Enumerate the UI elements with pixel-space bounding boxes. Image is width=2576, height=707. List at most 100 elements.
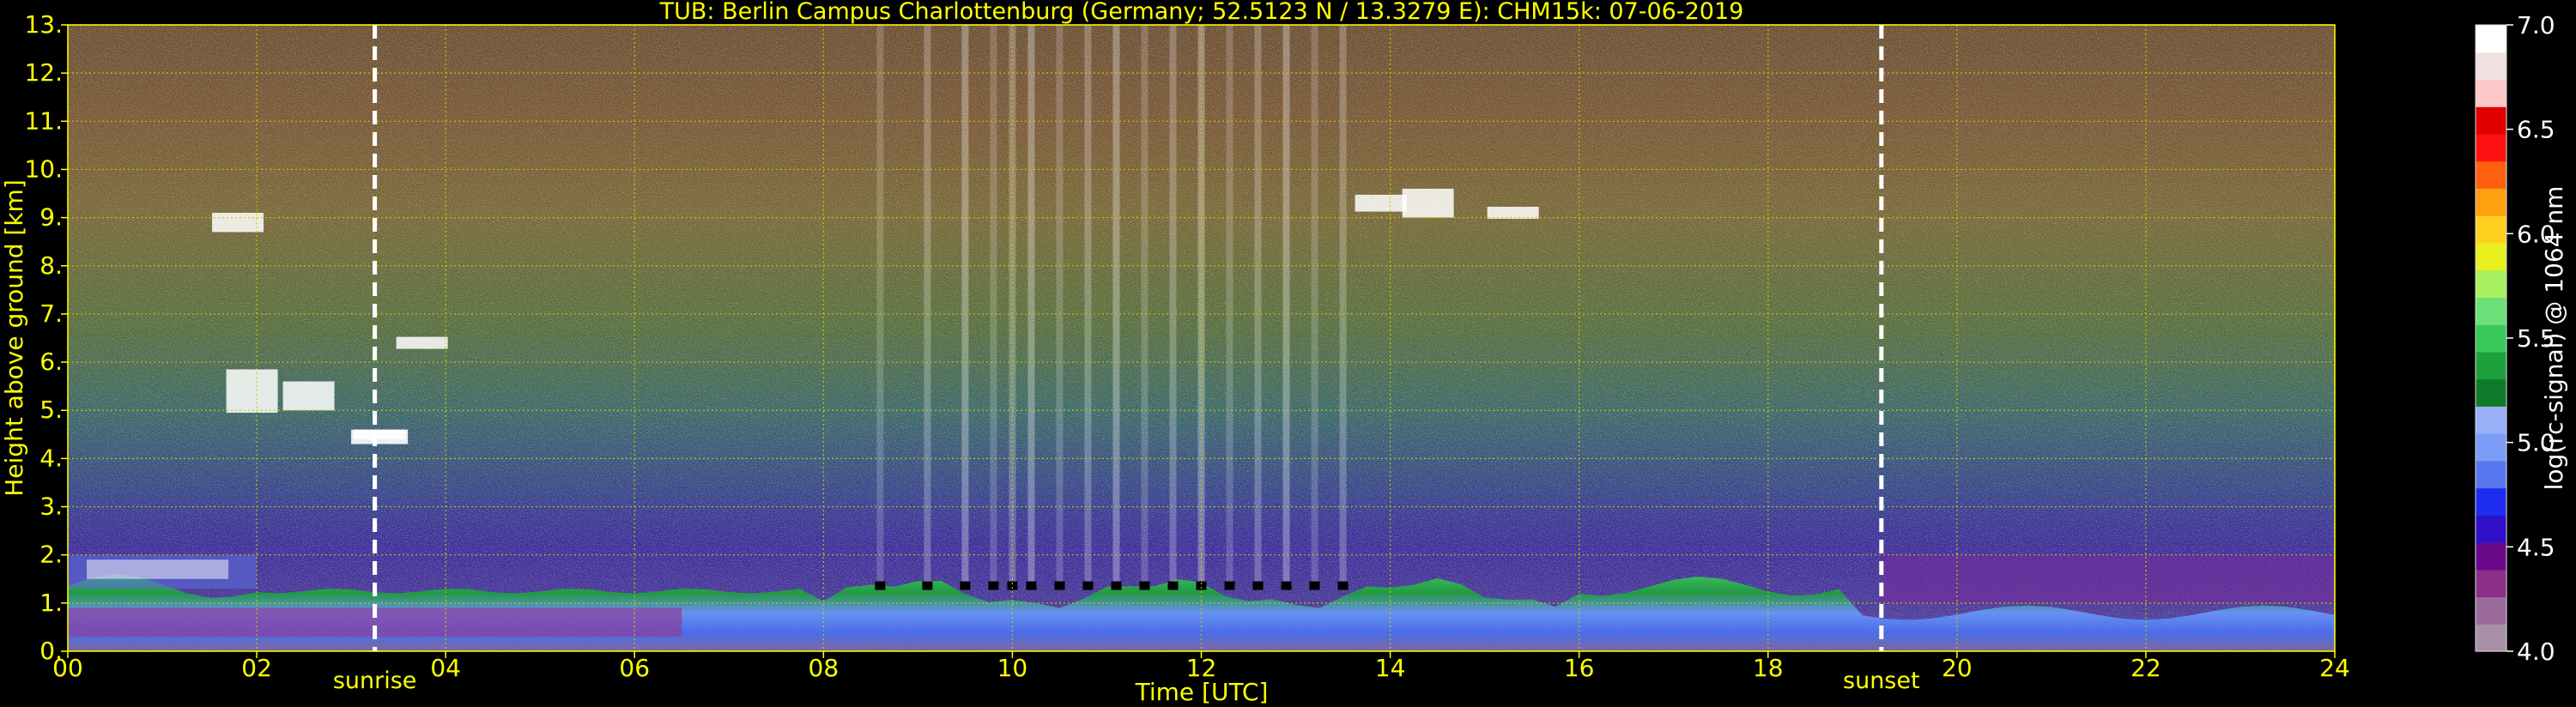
- x-tick-06: 06: [619, 654, 650, 682]
- streak-16: [1339, 25, 1347, 584]
- colorbar-seg-15: [2476, 215, 2506, 244]
- streak-10: [1169, 25, 1177, 584]
- streak-2: [961, 25, 969, 584]
- streak-9: [1141, 25, 1149, 584]
- x-tick-08: 08: [809, 654, 839, 682]
- colorbar-seg-5: [2476, 487, 2506, 516]
- colorbar-seg-22: [2476, 25, 2506, 53]
- x-tick-20: 20: [1942, 654, 1973, 682]
- y-axis-ticks: 0. 1. 2. 3. 4. 5. 6. 7. 8. 9. 10. 11. 12. 13.: [24, 10, 68, 665]
- streak-13: [1254, 25, 1262, 584]
- lidar-chart: sunrise sunset 00 02 04 06 08 10 12 14 16 18 20 22 24…: [0, 0, 2568, 706]
- cloud-0345: [396, 336, 448, 349]
- x-tick-14: 14: [1375, 654, 1406, 682]
- colorbar-seg-19: [2476, 106, 2506, 135]
- x-tick-04: 04: [430, 654, 461, 682]
- cirrus-0150: [212, 213, 264, 233]
- y-tick-9: 9.: [39, 203, 63, 232]
- streak-15: [1311, 25, 1318, 584]
- streak-6: [1056, 25, 1064, 584]
- y-tick-5: 5.: [39, 396, 63, 424]
- colorbar-tick-5: 6.5: [2517, 116, 2555, 144]
- colorbar-seg-10: [2476, 351, 2506, 380]
- cloud-0230: [282, 381, 335, 411]
- x-tick-02: 02: [241, 654, 272, 682]
- x-tick-10: 10: [997, 654, 1028, 682]
- cloud-base-13: [1252, 581, 1264, 590]
- y-tick-11: 11.: [24, 106, 63, 135]
- cloud-base-8: [1111, 581, 1122, 590]
- cloud-base-6: [1054, 581, 1065, 590]
- x-tick-16: 16: [1564, 654, 1595, 682]
- colorbar-seg-8: [2476, 406, 2506, 434]
- cloud-night-base: [87, 559, 229, 579]
- colorbar-seg-3: [2476, 542, 2506, 571]
- cloud-sunrise: [351, 429, 409, 444]
- chart-title: TUB: Berlin Campus Charlottenburg (Germa…: [659, 0, 1744, 25]
- colorbar-label: log(rc-signal) @ 1064 nm: [2540, 186, 2568, 491]
- x-axis-label: Time [UTC]: [1135, 678, 1269, 706]
- colorbar-seg-20: [2476, 79, 2506, 107]
- cloud-0200: [226, 369, 278, 414]
- y-tick-4: 4.: [39, 444, 63, 472]
- colorbar-seg-0: [2476, 624, 2506, 652]
- colorbar-seg-16: [2476, 188, 2506, 216]
- colorbar-seg-7: [2476, 433, 2506, 462]
- residual-layer-evening: [1881, 554, 2335, 603]
- colorbar-seg-11: [2476, 324, 2506, 353]
- cloud-base-14: [1281, 581, 1292, 590]
- cloud-base-10: [1167, 581, 1179, 590]
- y-tick-7: 7.: [39, 299, 63, 328]
- colorbar-seg-17: [2476, 160, 2506, 190]
- cloud-base-12: [1224, 581, 1235, 590]
- cloud-base-7: [1082, 581, 1094, 590]
- colorbar-tick-6: 7.0: [2517, 11, 2555, 39]
- y-tick-2: 2.: [39, 541, 63, 569]
- sunrise-label: sunrise: [333, 668, 417, 694]
- colorbar-seg-13: [2476, 269, 2506, 298]
- colorbar-tick-1: 4.5: [2517, 533, 2555, 561]
- sunset-label: sunset: [1843, 668, 1920, 694]
- x-tick-18: 18: [1753, 654, 1784, 682]
- cirrus-1520: [1487, 206, 1539, 220]
- colorbar-seg-4: [2476, 515, 2506, 543]
- cirrus-1350: [1355, 194, 1407, 212]
- y-tick-1: 1.: [39, 589, 63, 617]
- colorbar-seg-6: [2476, 460, 2506, 489]
- cloud-base-1: [922, 581, 933, 590]
- cloud-base-2: [960, 581, 971, 590]
- streak-8: [1112, 25, 1120, 584]
- streak-12: [1226, 25, 1233, 584]
- streak-5: [1027, 25, 1035, 584]
- cirrus-1420: [1402, 188, 1454, 218]
- cloud-base-15: [1309, 581, 1320, 590]
- streak-7: [1084, 25, 1092, 584]
- y-tick-10: 10.: [24, 154, 63, 183]
- colorbar-tick-0: 4.0: [2517, 638, 2555, 666]
- y-axis-label: Height above ground [km]: [0, 179, 28, 497]
- streak-0: [876, 25, 884, 584]
- colorbar-seg-14: [2476, 242, 2506, 271]
- streak-3: [990, 25, 997, 584]
- cloud-base-3: [988, 581, 999, 590]
- y-tick-12: 12.: [24, 58, 63, 87]
- cloud-base-16: [1337, 581, 1349, 590]
- x-tick-22: 22: [2131, 654, 2161, 682]
- colorbar-seg-1: [2476, 596, 2506, 625]
- colorbar-seg-18: [2476, 133, 2506, 162]
- y-tick-13: 13.: [24, 10, 63, 39]
- y-tick-8: 8.: [39, 251, 63, 280]
- cloud-base-5: [1026, 581, 1037, 590]
- colorbar-seg-12: [2476, 297, 2506, 325]
- y-tick-6: 6.: [39, 347, 63, 376]
- x-tick-24: 24: [2319, 654, 2350, 682]
- colorbar-seg-9: [2476, 378, 2506, 407]
- cloud-base-9: [1139, 581, 1150, 590]
- colorbar-seg-2: [2476, 569, 2506, 598]
- streak-14: [1282, 25, 1290, 584]
- cloud-base-0: [875, 581, 886, 590]
- y-tick-3: 3.: [39, 492, 63, 521]
- colorbar-seg-21: [2476, 51, 2506, 81]
- y-tick-0: 0.: [39, 637, 63, 665]
- streak-1: [924, 25, 931, 584]
